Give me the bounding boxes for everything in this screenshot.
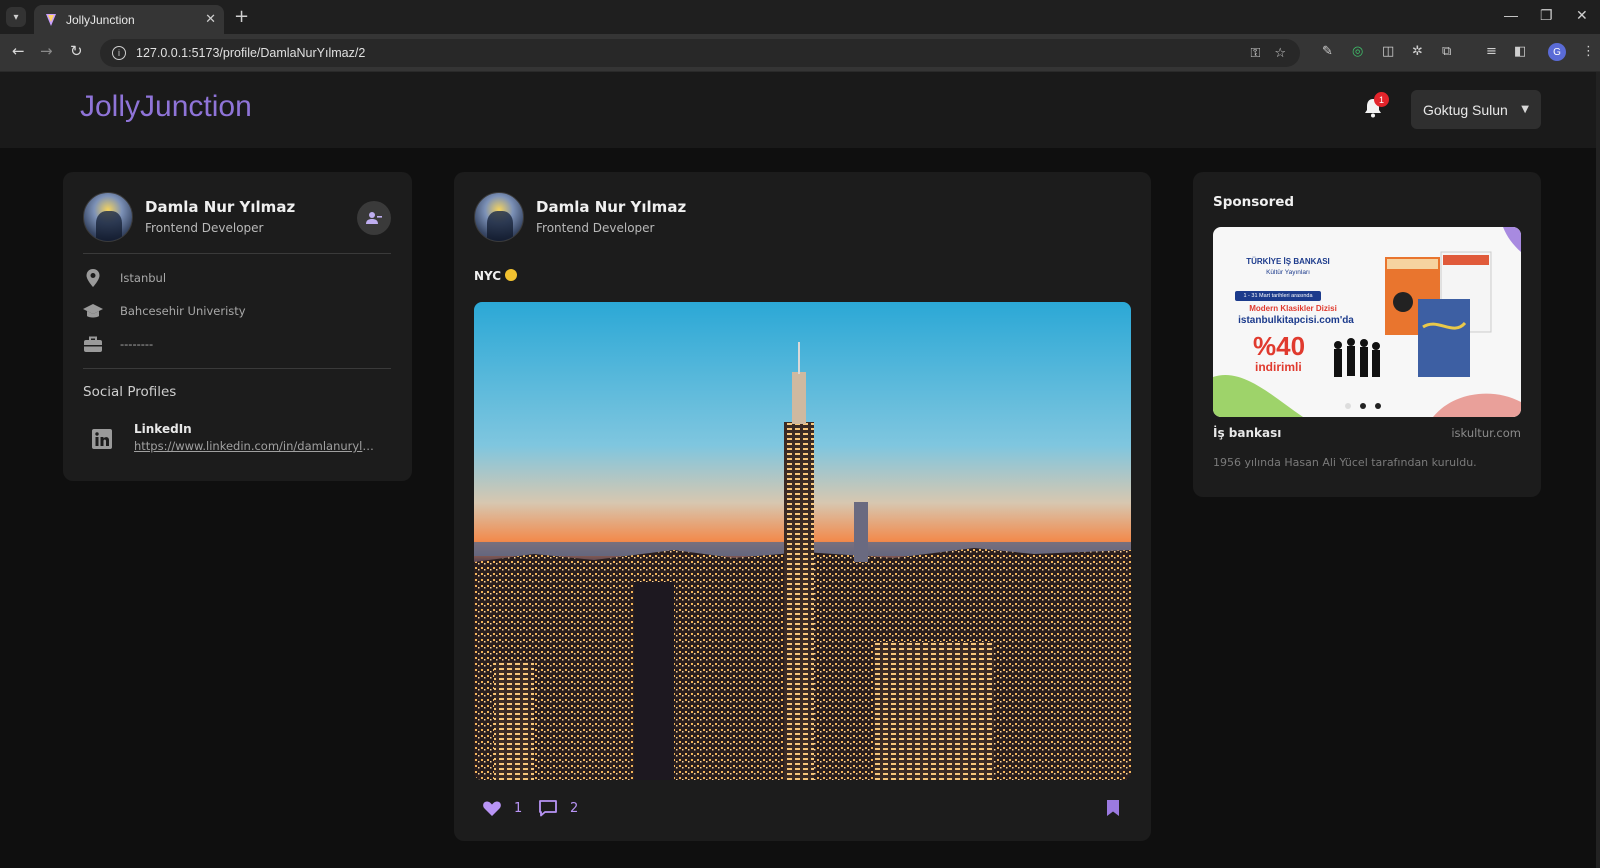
work-text: -------- (120, 337, 154, 351)
sponsor-domain[interactable]: iskultur.com (1451, 426, 1521, 440)
profile-name: Damla Nur Yılmaz (145, 198, 296, 216)
divider (83, 368, 391, 369)
chevron-down-icon: ▼ (1521, 104, 1529, 115)
nyc-skyline-image (474, 302, 1131, 780)
forward-button[interactable]: → (40, 42, 53, 60)
add-friend-button[interactable] (357, 201, 391, 235)
browser-profile-avatar[interactable]: G (1548, 43, 1566, 61)
app-logo[interactable]: JollyJunction (80, 90, 252, 124)
side-panel-icon[interactable]: ◧ (1514, 44, 1526, 59)
like-button[interactable]: 1 (482, 798, 522, 818)
sponsor-name: İş bankası (1213, 426, 1282, 440)
post-caption: NYC (474, 269, 502, 283)
address-bar[interactable]: i 127.0.0.1:5173/profile/DamlaNurYılmaz/… (100, 39, 1300, 67)
banner-site: istanbulkitapcisi.com'da (1238, 315, 1354, 326)
comment-button[interactable]: 2 (538, 798, 578, 818)
favicon-icon (46, 13, 56, 26)
banner-brand: TÜRKİYE İŞ BANKASI (1246, 257, 1330, 266)
browser-tab-bar: ▾ JollyJunction ✕ + — ❐ ✕ (0, 0, 1600, 34)
url-text[interactable]: 127.0.0.1:5173/profile/DamlaNurYılmaz/2 (136, 46, 1250, 60)
location-pin-icon (86, 269, 100, 287)
banner-discount: indirimli (1255, 360, 1302, 374)
browser-menu-icon[interactable]: ⋮ (1582, 44, 1595, 59)
sponsor-description: 1956 yılında Hasan Ali Yücel tarafından … (1213, 456, 1477, 469)
linkedin-label: LinkedIn (134, 422, 192, 436)
app-header: JollyJunction 1 Goktug Sulun ▼ (0, 72, 1596, 148)
post-author-role: Frontend Developer (536, 221, 655, 235)
current-user-name: Goktug Sulun (1423, 101, 1508, 118)
media-icon[interactable]: ≡ (1486, 44, 1497, 59)
social-profiles-title: Social Profiles (83, 384, 177, 400)
extension-icon[interactable]: ◫ (1382, 44, 1394, 59)
sponsored-card: Sponsored TÜRKİYE İŞ BANKASI Kültür Yayı… (1193, 172, 1541, 497)
post-author-name[interactable]: Damla Nur Yılmaz (536, 198, 686, 216)
settings-extension-icon[interactable]: ✲ (1412, 44, 1423, 59)
carousel-dot[interactable] (1360, 403, 1366, 409)
tab-title: JollyJunction (66, 12, 135, 27)
post-card: Damla Nur Yılmaz Frontend Developer NYC (454, 172, 1151, 841)
restore-button[interactable]: ❐ (1540, 7, 1553, 24)
location-text: Istanbul (120, 271, 167, 285)
notification-badge: 1 (1374, 92, 1389, 107)
banner-subtitle: Kültür Yayınları (1266, 269, 1310, 276)
post-actions: 1 2 (474, 792, 1131, 822)
graduation-cap-icon (83, 304, 103, 318)
green-extension-icon[interactable]: ◎ (1352, 44, 1363, 59)
site-info-icon[interactable]: i (112, 46, 126, 60)
browser-toolbar: ← → ↻ i 127.0.0.1:5173/profile/DamlaNurY… (0, 34, 1600, 72)
post-text: NYC (474, 269, 518, 283)
reload-button[interactable]: ↻ (70, 42, 83, 60)
post-author-avatar[interactable] (474, 192, 524, 242)
comment-icon (539, 800, 557, 817)
bookmark-icon[interactable] (1105, 799, 1121, 817)
new-tab-button[interactable]: + (234, 6, 249, 27)
like-count: 1 (514, 800, 523, 816)
school-row: Bahcesehir Univeristy (83, 301, 246, 321)
user-dropdown[interactable]: Goktug Sulun ▼ (1411, 90, 1541, 129)
banner-percent: %40 (1253, 331, 1306, 361)
comment-count: 2 (570, 800, 579, 816)
profile-avatar[interactable] (83, 192, 133, 242)
page-scrollbar[interactable] (1596, 72, 1600, 868)
app-root: JollyJunction 1 Goktug Sulun ▼ Damla Nur… (0, 72, 1600, 868)
carousel-dot[interactable] (1345, 403, 1351, 409)
minimize-button[interactable]: — (1504, 7, 1518, 23)
eyedropper-extension-icon[interactable]: ✎ (1322, 44, 1333, 59)
close-tab-icon[interactable]: ✕ (205, 12, 216, 27)
carousel-dots (1345, 403, 1381, 409)
puzzle-extensions-icon[interactable]: ⧉ (1442, 44, 1451, 59)
profile-role: Frontend Developer (145, 221, 264, 235)
close-window-button[interactable]: ✕ (1576, 7, 1588, 24)
briefcase-icon (84, 336, 102, 352)
school-text: Bahcesehir Univeristy (120, 304, 246, 318)
linkedin-icon (92, 429, 112, 449)
location-row: Istanbul (83, 268, 166, 288)
browser-tab[interactable]: JollyJunction ✕ (34, 5, 224, 34)
heart-icon (483, 801, 501, 816)
banner-series: Modern Klasikler Dizisi (1249, 304, 1337, 313)
work-row: -------- (83, 334, 153, 354)
sponsored-banner[interactable]: TÜRKİYE İŞ BANKASI Kültür Yayınları 1 - … (1213, 227, 1521, 417)
person-add-icon (366, 212, 382, 224)
sponsored-title: Sponsored (1213, 194, 1295, 210)
back-button[interactable]: ← (12, 42, 25, 60)
post-image[interactable] (474, 302, 1131, 780)
banner-date: 1 - 31 Mart tarihleri arasında (1235, 291, 1321, 301)
tab-search-button[interactable]: ▾ (6, 7, 26, 27)
linkedin-link[interactable]: https://www.linkedin.com/in/damlanurylma… (134, 439, 384, 453)
key-icon[interactable]: ⚿ (1250, 46, 1260, 61)
divider (83, 253, 391, 254)
bookmark-star-icon[interactable]: ☆ (1274, 46, 1286, 61)
smile-emoji-icon (505, 269, 518, 281)
profile-card: Damla Nur Yılmaz Frontend Developer Ista… (63, 172, 412, 481)
carousel-dot[interactable] (1375, 403, 1381, 409)
